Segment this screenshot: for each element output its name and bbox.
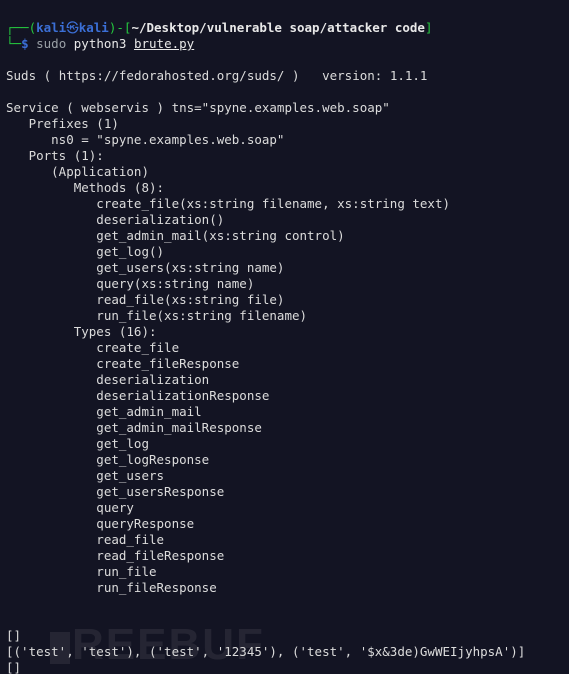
ports-header: Ports (1):	[6, 148, 104, 163]
cmd-python: python3	[74, 36, 127, 51]
prompt-paren-open: (	[29, 20, 37, 35]
service-header: Service ( webservis ) tns="spyne.example…	[6, 100, 390, 115]
cmd-script: brute.py	[134, 36, 194, 51]
type: queryResponse	[6, 516, 194, 531]
result-line: []	[6, 628, 21, 643]
type: get_users	[6, 468, 164, 483]
prompt-host: kali	[79, 20, 109, 35]
type: get_logResponse	[6, 452, 209, 467]
prompt-line-2: └─$ sudo python3 brute.py	[6, 36, 194, 51]
suds-url: https://fedorahosted.org/suds/	[59, 68, 285, 83]
type: get_admin_mailResponse	[6, 420, 262, 435]
result-line: [('test', 'test'), ('test', '12345'), ('…	[6, 644, 525, 659]
prompt-dollar: $	[21, 36, 29, 51]
method: run_file(xs:string filename)	[6, 308, 307, 323]
method: get_log()	[6, 244, 164, 259]
type: get_usersResponse	[6, 484, 224, 499]
method: query(xs:string name)	[6, 276, 254, 291]
suds-line: Suds ( https://fedorahosted.org/suds/ ) …	[6, 68, 427, 83]
type: deserialization	[6, 372, 209, 387]
type: create_fileResponse	[6, 356, 239, 371]
method: get_users(xs:string name)	[6, 260, 284, 275]
prompt-cwd: ~/Desktop/vulnerable soap/attacker code	[131, 20, 425, 35]
skull-icon: ㉿	[66, 20, 79, 35]
prompt-dash-brac: -[	[116, 20, 131, 35]
type: read_file	[6, 532, 164, 547]
prompt-corner-top: ┌──	[6, 20, 29, 35]
type: create_file	[6, 340, 179, 355]
type: run_fileResponse	[6, 580, 217, 595]
type: get_admin_mail	[6, 404, 202, 419]
prefix-ns0: ns0 = "spyne.examples.web.soap"	[6, 132, 284, 147]
type: read_fileResponse	[6, 548, 224, 563]
method: get_admin_mail(xs:string control)	[6, 228, 345, 243]
type: get_log	[6, 436, 149, 451]
type: deserializationResponse	[6, 388, 269, 403]
method: create_file(xs:string filename, xs:strin…	[6, 196, 450, 211]
prefixes-header: Prefixes (1)	[6, 116, 119, 131]
prompt-brac-close: ]	[425, 20, 433, 35]
application-port: (Application)	[6, 164, 149, 179]
type: run_file	[6, 564, 157, 579]
terminal-output[interactable]: ┌──(kali㉿kali)-[~/Desktop/vulnerable soa…	[0, 0, 569, 674]
method: read_file(xs:string file)	[6, 292, 284, 307]
method: deserialization()	[6, 212, 224, 227]
result-line: []	[6, 660, 21, 674]
prompt-user: kali	[36, 20, 66, 35]
prompt-corner-bottom: └─	[6, 36, 21, 51]
prompt-line-1: ┌──(kali㉿kali)-[~/Desktop/vulnerable soa…	[6, 20, 432, 35]
methods-header: Methods (8):	[6, 180, 164, 195]
types-header: Types (16):	[6, 324, 157, 339]
cmd-sudo: sudo	[36, 36, 66, 51]
type: query	[6, 500, 134, 515]
